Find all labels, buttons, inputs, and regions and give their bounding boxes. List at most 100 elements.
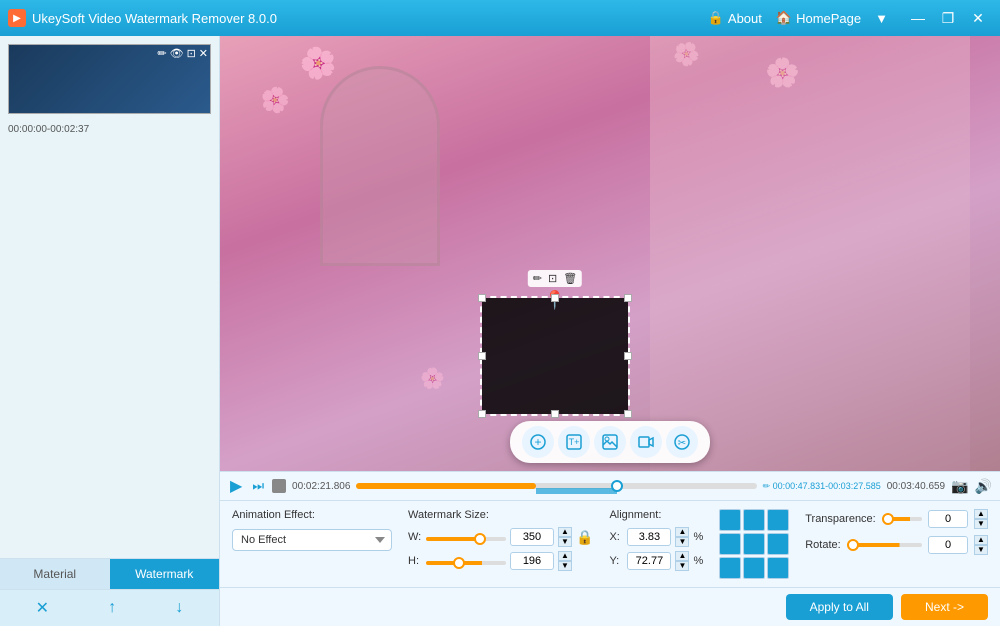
down-action-button[interactable]: ↓	[169, 597, 189, 619]
y-row: Y: 72.77 ▲ ▼ %	[609, 551, 703, 571]
transparency-input[interactable]: 0	[928, 510, 968, 528]
rotate-label: Rotate:	[805, 539, 840, 551]
timeline[interactable]	[356, 478, 756, 494]
align-bottom-left[interactable]	[719, 557, 741, 579]
align-top-right[interactable]	[767, 509, 789, 531]
align-bottom-center[interactable]	[743, 557, 765, 579]
alignment-label: Alignment:	[609, 509, 703, 521]
rotate-input[interactable]: 0	[928, 536, 968, 554]
resize-handle-bottom[interactable]	[551, 410, 559, 418]
add-video-button[interactable]	[630, 426, 662, 458]
apply-to-all-button[interactable]: Apply to All	[786, 594, 893, 620]
svg-text:+: +	[534, 435, 541, 449]
timeline-row: ▶ ⏭ 00:02:21.806 ✏ 00:00:47.831-00:03:27…	[220, 472, 1000, 500]
y-label: Y:	[609, 555, 623, 567]
delete-action-button[interactable]: ✕	[30, 596, 55, 620]
height-up-btn[interactable]: ▲	[558, 551, 572, 561]
add-image-button[interactable]	[594, 426, 626, 458]
stop-button[interactable]	[272, 479, 286, 493]
delete-thumb-icon[interactable]: ✕	[199, 47, 208, 60]
volume-button[interactable]: 🔊	[975, 478, 992, 495]
add-text-button[interactable]: T+	[558, 426, 590, 458]
wm-copy-button[interactable]: ⊡	[546, 271, 559, 286]
close-button[interactable]: ✕	[964, 4, 992, 32]
tab-watermark[interactable]: Watermark	[110, 559, 220, 589]
watermark-area	[482, 298, 628, 414]
rotate-spinners: ▲ ▼	[974, 535, 988, 555]
transparency-down-btn[interactable]: ▼	[974, 519, 988, 529]
step-forward-button[interactable]: ⏭	[250, 478, 266, 494]
height-down-btn[interactable]: ▼	[558, 561, 572, 571]
x-row: X: 3.83 ▲ ▼ %	[609, 527, 703, 547]
lock-aspect-icon[interactable]: 🔒	[576, 529, 593, 546]
height-spinners: ▲ ▼	[558, 551, 572, 571]
transparency-slider[interactable]	[882, 517, 922, 521]
x-input[interactable]: 3.83	[627, 528, 671, 546]
watermark-selection-box[interactable]: 📍 ✏ ⊡ 🗑	[480, 296, 630, 416]
rotate-row: Rotate: 0 ▲ ▼	[805, 535, 988, 555]
align-top-left[interactable]	[719, 509, 741, 531]
wm-edit-button[interactable]: ✏	[531, 271, 544, 286]
align-middle-left[interactable]	[719, 533, 741, 555]
rotate-slider[interactable]	[847, 543, 922, 547]
next-button[interactable]: Next ->	[901, 594, 988, 620]
tab-material[interactable]: Material	[0, 559, 110, 589]
screenshot-button[interactable]: 📷	[951, 478, 968, 495]
x-up-btn[interactable]: ▲	[675, 527, 689, 537]
add-mosaic-button[interactable]: ✂	[666, 426, 698, 458]
resize-handle-top[interactable]	[551, 294, 559, 302]
sidebar-video-thumbnail[interactable]: ✏ 👁 ⊡ ✕	[8, 44, 211, 114]
width-up-btn[interactable]: ▲	[558, 527, 572, 537]
y-up-btn[interactable]: ▲	[675, 551, 689, 561]
about-label: About	[728, 11, 762, 26]
rotate-up-btn[interactable]: ▲	[974, 535, 988, 545]
main-container: ✏ 👁 ⊡ ✕ 00:00:00-00:02:37 Material Water…	[0, 36, 1000, 626]
resize-handle-left[interactable]	[478, 352, 486, 360]
resize-handle-br[interactable]	[624, 410, 632, 418]
up-action-button[interactable]: ↑	[102, 597, 122, 619]
transparency-rotate-group: Transparence: 0 ▲ ▼ Rotate: 0 ▲	[805, 509, 988, 555]
title-controls: — ❐ ✕	[904, 4, 992, 32]
dropdown-icon[interactable]: ▼	[875, 11, 888, 26]
timeline-thumb[interactable]	[611, 480, 623, 492]
align-top-center[interactable]	[743, 509, 765, 531]
x-label: X:	[609, 531, 623, 543]
animation-effect-select[interactable]: No Effect	[232, 529, 392, 551]
transparency-up-btn[interactable]: ▲	[974, 509, 988, 519]
pencil-icon: ✏	[763, 481, 773, 491]
homepage-nav[interactable]: 🏠 HomePage	[776, 10, 861, 26]
restore-button[interactable]: ❐	[934, 4, 962, 32]
edit-thumb-icon[interactable]: ✏	[157, 47, 166, 60]
minimize-button[interactable]: —	[904, 4, 932, 32]
sidebar-spacer	[0, 141, 219, 558]
play-button[interactable]: ▶	[228, 476, 244, 496]
sidebar-actions: ✕ ↑ ↓	[0, 589, 219, 626]
rotate-down-btn[interactable]: ▼	[974, 545, 988, 555]
resize-handle-tl[interactable]	[478, 294, 486, 302]
y-down-btn[interactable]: ▼	[675, 561, 689, 571]
title-bar-left: ▶ UkeySoft Video Watermark Remover 8.0.0	[8, 9, 277, 27]
width-slider[interactable]	[426, 537, 506, 541]
watermark-size-group: Watermark Size: W: 350 ▲ ▼ 🔒	[408, 509, 593, 571]
copy-thumb-icon[interactable]: ⊡	[187, 47, 196, 60]
app-icon: ▶	[8, 9, 26, 27]
x-down-btn[interactable]: ▼	[675, 537, 689, 547]
align-middle-center[interactable]	[743, 533, 765, 555]
eye-icon[interactable]: 👁	[170, 47, 184, 60]
y-input[interactable]: 72.77	[627, 552, 671, 570]
resize-handle-right[interactable]	[624, 352, 632, 360]
align-middle-right[interactable]	[767, 533, 789, 555]
resize-handle-bl[interactable]	[478, 410, 486, 418]
height-slider[interactable]	[426, 561, 506, 565]
timeline-selection	[536, 488, 616, 494]
width-down-btn[interactable]: ▼	[558, 537, 572, 547]
add-watermark-button[interactable]: +	[522, 426, 554, 458]
right-panel: 🌸 🌸 🌸 🌸 🌸 📍 ✏ ⊡ 🗑	[220, 36, 1000, 626]
wm-delete-button[interactable]: 🗑	[561, 271, 579, 286]
resize-handle-tr[interactable]	[624, 294, 632, 302]
transparency-label: Transparence:	[805, 513, 876, 525]
about-nav[interactable]: 🔒 About	[708, 10, 762, 26]
align-bottom-right[interactable]	[767, 557, 789, 579]
height-input[interactable]: 196	[510, 552, 554, 570]
width-input[interactable]: 350	[510, 528, 554, 546]
